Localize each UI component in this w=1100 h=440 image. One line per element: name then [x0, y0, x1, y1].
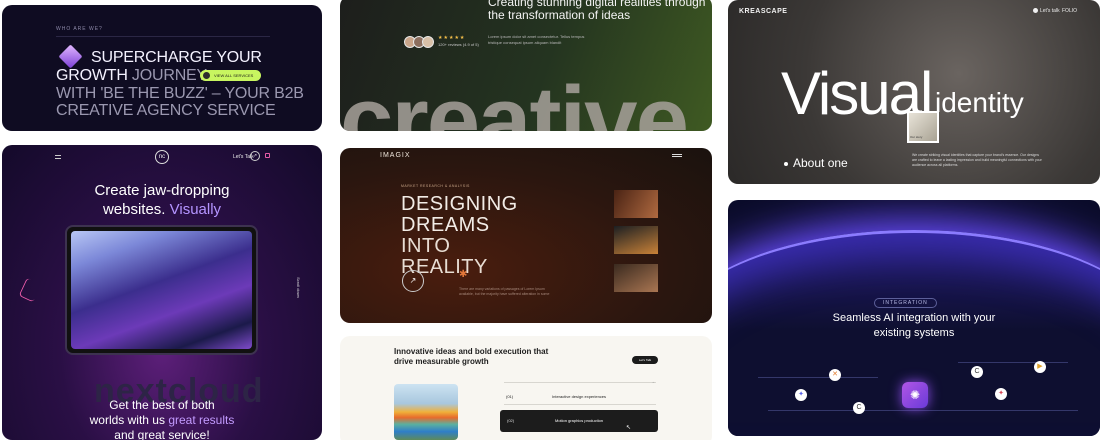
logo[interactable]: IMAGIX	[380, 152, 411, 159]
menu-icon[interactable]	[672, 154, 682, 157]
integration-node-icon[interactable]: ✦	[995, 388, 1007, 400]
section-title: Seamless AI integration with your existi…	[832, 312, 996, 339]
cursor-icon: ↖	[626, 425, 632, 431]
rating-stars: ★★★★★	[438, 35, 466, 41]
divider	[504, 404, 656, 405]
menu-link[interactable]: FOLIO	[1062, 8, 1077, 14]
story-label: Our story	[910, 135, 923, 139]
connector-line	[958, 362, 1068, 363]
identity-heading: identity	[935, 87, 1024, 118]
headline: Creating stunning digital realities thro…	[488, 0, 706, 22]
arrow-icon: →	[651, 379, 655, 384]
talk-link[interactable]: Let's talk	[1033, 8, 1060, 14]
talk-button[interactable]: Let's Talk	[632, 356, 658, 364]
bag-icon[interactable]	[265, 153, 270, 158]
gallery-image[interactable]	[614, 264, 658, 292]
avatar	[422, 36, 434, 48]
headline: DESIGNING DREAMS INTO REALITY	[401, 193, 518, 278]
eyebrow-text: WHO ARE WE?	[56, 26, 103, 32]
caption: There are many variations of passages of…	[459, 287, 550, 296]
row-number: (02)	[507, 418, 515, 423]
connector-line	[758, 377, 878, 378]
gem-icon	[58, 44, 83, 69]
logo[interactable]: nc	[155, 150, 169, 164]
view-services-button[interactable]: VIEW ALL SERVICES	[200, 70, 262, 81]
integration-node-icon[interactable]: C	[971, 366, 983, 378]
review-count: 120+ reviews (4.9 of 5)	[438, 42, 479, 47]
menu-icon[interactable]	[55, 155, 61, 159]
scroll-label: Scroll down	[295, 277, 301, 298]
headline-line-1: SUPERCHARGE YOUR	[91, 49, 262, 66]
gallery-board: WHO ARE WE? SUPERCHARGE YOUR GROWTH JOUR…	[0, 0, 1100, 440]
row-number: (01)	[506, 394, 514, 399]
row-title[interactable]: Interactive design experiences	[552, 394, 606, 399]
integration-node-icon[interactable]: C	[853, 402, 865, 414]
integration-node-icon[interactable]: ✕	[829, 369, 841, 381]
row-title: Motion graphics production	[555, 418, 604, 423]
headline-line-3: WITH 'BE THE BUZZ' – YOUR B2B	[56, 85, 304, 102]
connector-line	[768, 410, 1078, 411]
arrow-icon[interactable]: ↗	[250, 151, 260, 161]
headline: Innovative ideas and bold execution that…	[394, 347, 549, 366]
tablet-screen	[71, 231, 252, 349]
integration-node-icon[interactable]: ▶	[1034, 361, 1046, 373]
about-link[interactable]: About one	[784, 156, 848, 170]
logo[interactable]: KREASCAPE	[739, 8, 787, 15]
squiggle-icon	[18, 277, 42, 303]
card-visual-identity[interactable]: KREASCAPE Let's talk FOLIO Visual identi…	[728, 0, 1100, 184]
service-row-active[interactable]: (02) Motion graphics production ↖	[500, 410, 658, 432]
card-ai-integration[interactable]: INTEGRATION Seamless AI integration with…	[728, 200, 1100, 436]
card-supercharge[interactable]: WHO ARE WE? SUPERCHARGE YOUR GROWTH JOUR…	[2, 5, 322, 131]
avatar-group	[404, 36, 438, 48]
integration-node-icon[interactable]: ✦	[795, 389, 807, 401]
asterisk-icon: ✱	[459, 269, 468, 280]
divider	[56, 36, 270, 37]
gallery-image[interactable]	[614, 226, 658, 254]
gallery-image[interactable]	[614, 190, 658, 218]
description: Lorem ipsum dolor sit amet consectetur. …	[488, 34, 585, 45]
tablet-mockup	[65, 225, 258, 355]
eyebrow-pill: INTEGRATION	[874, 298, 937, 308]
divider	[504, 382, 656, 383]
card-nextcloud[interactable]: nc Let's Talk ↗ Create jaw-dropping webs…	[2, 145, 322, 440]
description: We create striking visual identities tha…	[912, 153, 1042, 167]
card-growth[interactable]: Innovative ideas and bold execution that…	[340, 336, 712, 440]
bottom-text: Get the best of both worlds with us grea…	[89, 398, 235, 440]
headline-line-4: CREATIVE AGENCY SERVICE	[56, 102, 276, 119]
arrow-button[interactable]: ↗	[402, 270, 424, 292]
headline-line-2: GROWTH JOURNEY	[56, 67, 207, 84]
card-imagix[interactable]: IMAGIX MARKET RESEARCH & ANALYSIS DESIGN…	[340, 148, 712, 323]
card-creative[interactable]: Creating stunning digital realities thro…	[340, 0, 712, 131]
big-word: creative	[340, 67, 689, 131]
hero-heading: Create jaw-dropping websites. Visually	[94, 182, 230, 218]
hub-icon[interactable]: ✺	[902, 382, 928, 408]
hero-image	[394, 384, 458, 440]
tagline: MARKET RESEARCH & ANALYSIS	[401, 184, 470, 188]
